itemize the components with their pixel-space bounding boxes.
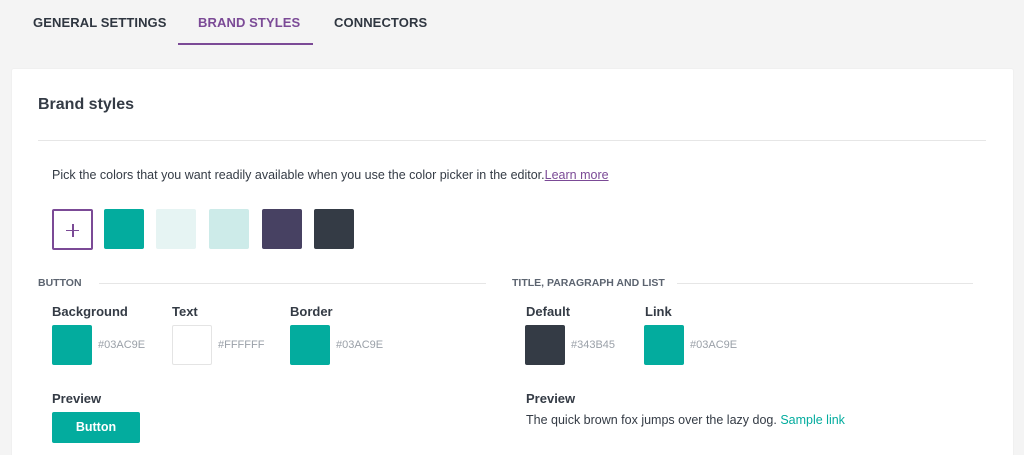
button-text-hex: #FFFFFF bbox=[218, 339, 265, 351]
description-text: Pick the colors that you want readily av… bbox=[52, 168, 545, 182]
button-text-label: Text bbox=[172, 304, 198, 319]
tab-brand-styles[interactable]: BRAND STYLES bbox=[198, 15, 300, 30]
text-section-heading: TITLE, PARAGRAPH AND LIST bbox=[512, 277, 665, 289]
button-background-hex: #03AC9E bbox=[98, 339, 146, 351]
preview-button[interactable]: Button bbox=[52, 412, 140, 443]
button-border-swatch[interactable] bbox=[290, 325, 330, 365]
card-divider bbox=[38, 140, 986, 141]
tab-general-settings[interactable]: GENERAL SETTINGS bbox=[33, 15, 167, 30]
button-border-hex: #03AC9E bbox=[336, 339, 384, 351]
section-divider bbox=[677, 283, 973, 284]
palette-swatch[interactable] bbox=[209, 209, 249, 249]
button-border-label: Border bbox=[290, 304, 333, 319]
button-background-label: Background bbox=[52, 304, 128, 319]
brand-styles-card: Brand styles Pick the colors that you wa… bbox=[12, 69, 1013, 455]
text-default-swatch[interactable] bbox=[525, 325, 565, 365]
tab-bar: GENERAL SETTINGS BRAND STYLES CONNECTORS bbox=[0, 0, 1024, 46]
palette-swatch[interactable] bbox=[314, 209, 354, 249]
text-preview: The quick brown fox jumps over the lazy … bbox=[526, 413, 845, 427]
text-default-hex: #343B45 bbox=[571, 339, 616, 351]
button-preview-label: Preview bbox=[52, 391, 102, 406]
palette-swatch[interactable] bbox=[156, 209, 196, 249]
section-divider bbox=[99, 283, 486, 284]
button-background-swatch[interactable] bbox=[52, 325, 92, 365]
card-title: Brand styles bbox=[38, 96, 135, 113]
sample-link[interactable]: Sample link bbox=[780, 413, 845, 427]
button-text-swatch[interactable] bbox=[172, 325, 212, 365]
text-link-label: Link bbox=[645, 304, 672, 319]
button-section-heading: BUTTON bbox=[38, 277, 82, 289]
active-tab-indicator bbox=[178, 43, 313, 45]
learn-more-link[interactable]: Learn more bbox=[545, 168, 609, 182]
palette-swatch[interactable] bbox=[262, 209, 302, 249]
text-default-label: Default bbox=[526, 304, 571, 319]
text-link-hex: #03AC9E bbox=[690, 339, 738, 351]
preview-sentence: The quick brown fox jumps over the lazy … bbox=[526, 413, 777, 427]
palette-swatch[interactable] bbox=[104, 209, 144, 249]
tab-connectors[interactable]: CONNECTORS bbox=[334, 15, 427, 30]
add-color-button[interactable] bbox=[52, 209, 93, 250]
description: Pick the colors that you want readily av… bbox=[52, 168, 609, 182]
text-link-swatch[interactable] bbox=[644, 325, 684, 365]
text-preview-label: Preview bbox=[526, 391, 576, 406]
